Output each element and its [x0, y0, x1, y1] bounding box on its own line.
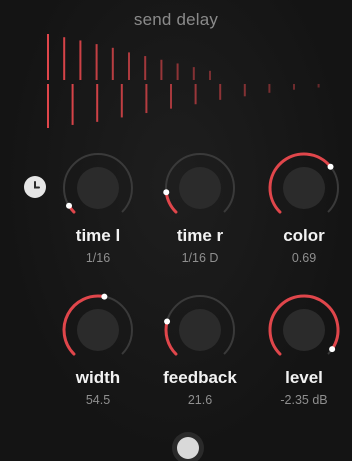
knob-label: color	[283, 226, 325, 245]
knob-indicator-dot	[66, 202, 73, 209]
knob-value-arc	[164, 190, 178, 214]
knob-body[interactable]	[179, 167, 221, 209]
delay-tap-visualizer	[47, 34, 320, 128]
tempo-sync-button[interactable]	[24, 176, 46, 198]
knob-value: 1/16	[85, 251, 111, 265]
send-delay-panel: send delay time l 1/16 time r 1/16 D col…	[0, 0, 352, 461]
knob-label: width	[75, 368, 121, 387]
knob-value: 54.5	[85, 393, 111, 407]
knob-body[interactable]	[77, 309, 119, 351]
knob-value: 21.6	[187, 393, 213, 407]
knob-body[interactable]	[283, 309, 325, 351]
knob-indicator-dot	[164, 318, 171, 325]
knob-label: feedback	[163, 368, 237, 387]
knob-width[interactable]: width 54.5	[50, 292, 146, 412]
knob-label: time l	[75, 226, 121, 245]
knob-indicator-dot	[327, 163, 334, 170]
knob-indicator-dot	[329, 346, 336, 353]
knob-dial[interactable]	[266, 150, 342, 226]
knob-dial[interactable]	[162, 150, 238, 226]
knob-dial[interactable]	[60, 150, 136, 226]
knob-level[interactable]: level -2.35 dB	[256, 292, 352, 412]
knob-color[interactable]: color 0.69	[256, 150, 352, 270]
knob-body[interactable]	[283, 167, 325, 209]
knob-value: 1/16 D	[181, 251, 219, 265]
knob-value: 0.69	[291, 251, 317, 265]
knob-body[interactable]	[179, 309, 221, 351]
expand-button[interactable]	[177, 437, 199, 459]
knob-dial[interactable]	[162, 292, 238, 368]
knob-indicator-dot	[101, 293, 108, 300]
knob-indicator-dot	[163, 189, 170, 196]
knob-value: -2.35 dB	[280, 393, 328, 407]
knob-dial[interactable]	[266, 292, 342, 368]
knob-label: level	[285, 368, 323, 387]
knob-label: time r	[176, 226, 224, 245]
clock-icon	[34, 181, 40, 189]
knob-dial[interactable]	[60, 292, 136, 368]
knob-time-l[interactable]: time l 1/16	[50, 150, 146, 270]
knob-feedback[interactable]: feedback 21.6	[152, 292, 248, 412]
knob-time-r[interactable]: time r 1/16 D	[152, 150, 248, 270]
knob-value-arc	[164, 320, 178, 356]
knob-body[interactable]	[77, 167, 119, 209]
